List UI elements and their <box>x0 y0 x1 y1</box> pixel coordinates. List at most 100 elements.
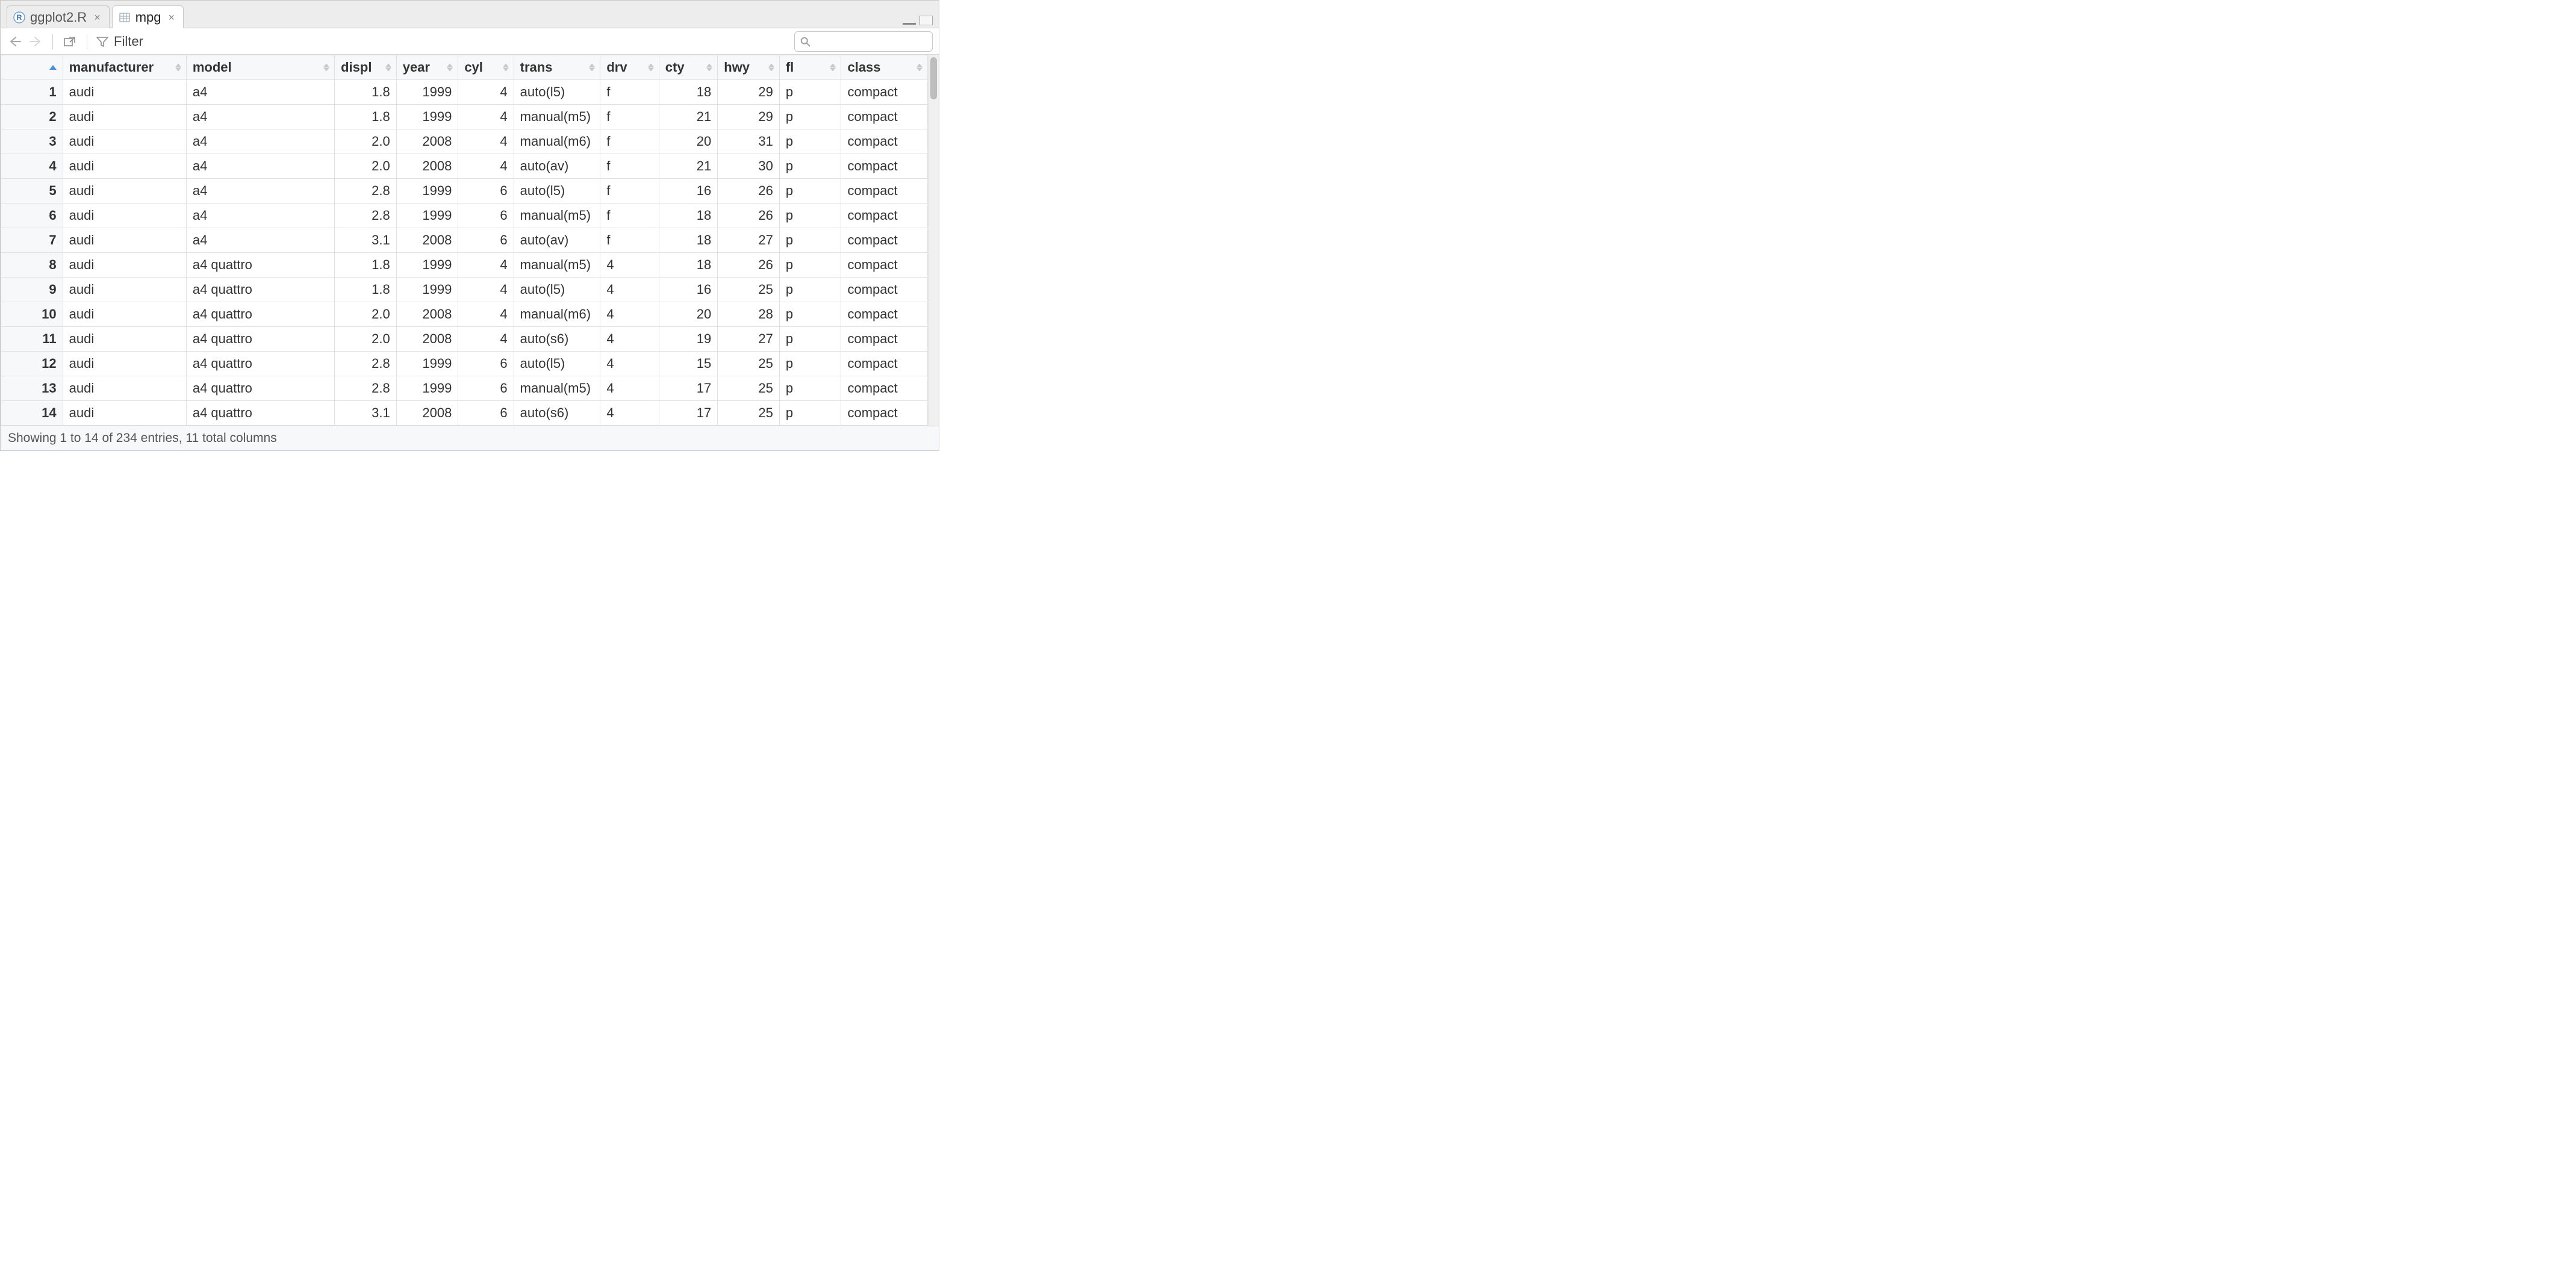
cell-year[interactable]: 2008 <box>396 129 458 154</box>
col-header-year[interactable]: year <box>396 55 458 80</box>
row-number-header[interactable] <box>1 55 63 80</box>
cell-hwy[interactable]: 26 <box>718 253 780 278</box>
tab-mpg[interactable]: mpg × <box>112 5 184 28</box>
row-number-cell[interactable]: 2 <box>1 105 63 129</box>
cell-fl[interactable]: p <box>779 129 841 154</box>
cell-cyl[interactable]: 4 <box>458 80 514 105</box>
cell-hwy[interactable]: 25 <box>718 376 780 401</box>
cell-class[interactable]: compact <box>841 228 928 253</box>
cell-trans[interactable]: manual(m5) <box>514 253 600 278</box>
cell-fl[interactable]: p <box>779 154 841 179</box>
cell-manufacturer[interactable]: audi <box>63 80 186 105</box>
cell-drv[interactable]: 4 <box>600 352 659 376</box>
col-header-class[interactable]: class <box>841 55 928 80</box>
cell-cty[interactable]: 19 <box>659 327 717 352</box>
cell-drv[interactable]: f <box>600 179 659 204</box>
cell-year[interactable]: 2008 <box>396 228 458 253</box>
cell-cty[interactable]: 21 <box>659 105 717 129</box>
cell-cyl[interactable]: 4 <box>458 154 514 179</box>
cell-cty[interactable]: 20 <box>659 302 717 327</box>
row-number-cell[interactable]: 13 <box>1 376 63 401</box>
tab-ggplot2-r[interactable]: R ggplot2.R × <box>7 5 110 28</box>
col-header-manufacturer[interactable]: manufacturer <box>63 55 186 80</box>
row-number-cell[interactable]: 7 <box>1 228 63 253</box>
cell-cyl[interactable]: 4 <box>458 327 514 352</box>
row-number-cell[interactable]: 4 <box>1 154 63 179</box>
cell-year[interactable]: 1999 <box>396 253 458 278</box>
cell-fl[interactable]: p <box>779 352 841 376</box>
cell-year[interactable]: 2008 <box>396 302 458 327</box>
row-number-cell[interactable]: 14 <box>1 401 63 426</box>
cell-year[interactable]: 2008 <box>396 154 458 179</box>
cell-model[interactable]: a4 quattro <box>186 327 334 352</box>
col-header-trans[interactable]: trans <box>514 55 600 80</box>
forward-button[interactable] <box>27 33 44 50</box>
table-row[interactable]: 6audia42.819996manual(m5)f1826pcompact <box>1 204 928 228</box>
row-number-cell[interactable]: 1 <box>1 80 63 105</box>
cell-manufacturer[interactable]: audi <box>63 204 186 228</box>
cell-cyl[interactable]: 4 <box>458 129 514 154</box>
search-input[interactable] <box>810 34 927 49</box>
cell-cty[interactable]: 18 <box>659 80 717 105</box>
cell-trans[interactable]: auto(s6) <box>514 327 600 352</box>
table-row[interactable]: 13audia4 quattro2.819996manual(m5)41725p… <box>1 376 928 401</box>
cell-cyl[interactable]: 6 <box>458 376 514 401</box>
col-header-cty[interactable]: cty <box>659 55 717 80</box>
cell-cyl[interactable]: 6 <box>458 352 514 376</box>
cell-manufacturer[interactable]: audi <box>63 129 186 154</box>
cell-year[interactable]: 1999 <box>396 352 458 376</box>
cell-fl[interactable]: p <box>779 401 841 426</box>
cell-trans[interactable]: manual(m6) <box>514 302 600 327</box>
cell-manufacturer[interactable]: audi <box>63 401 186 426</box>
row-number-cell[interactable]: 9 <box>1 278 63 302</box>
cell-cyl[interactable]: 4 <box>458 302 514 327</box>
col-header-fl[interactable]: fl <box>779 55 841 80</box>
cell-model[interactable]: a4 quattro <box>186 401 334 426</box>
row-number-cell[interactable]: 11 <box>1 327 63 352</box>
cell-trans[interactable]: manual(m5) <box>514 376 600 401</box>
cell-hwy[interactable]: 25 <box>718 278 780 302</box>
cell-fl[interactable]: p <box>779 253 841 278</box>
cell-cty[interactable]: 17 <box>659 401 717 426</box>
cell-displ[interactable]: 1.8 <box>335 105 397 129</box>
table-row[interactable]: 2audia41.819994manual(m5)f2129pcompact <box>1 105 928 129</box>
cell-displ[interactable]: 2.0 <box>335 302 397 327</box>
cell-model[interactable]: a4 <box>186 129 334 154</box>
cell-fl[interactable]: p <box>779 278 841 302</box>
cell-cyl[interactable]: 4 <box>458 253 514 278</box>
cell-model[interactable]: a4 <box>186 179 334 204</box>
cell-displ[interactable]: 1.8 <box>335 80 397 105</box>
cell-cyl[interactable]: 6 <box>458 401 514 426</box>
cell-drv[interactable]: 4 <box>600 302 659 327</box>
cell-cty[interactable]: 16 <box>659 179 717 204</box>
table-row[interactable]: 11audia4 quattro2.020084auto(s6)41927pco… <box>1 327 928 352</box>
cell-cyl[interactable]: 4 <box>458 105 514 129</box>
cell-manufacturer[interactable]: audi <box>63 105 186 129</box>
cell-hwy[interactable]: 25 <box>718 352 780 376</box>
table-row[interactable]: 12audia4 quattro2.819996auto(l5)41525pco… <box>1 352 928 376</box>
cell-model[interactable]: a4 <box>186 204 334 228</box>
cell-hwy[interactable]: 29 <box>718 80 780 105</box>
cell-class[interactable]: compact <box>841 302 928 327</box>
row-number-cell[interactable]: 5 <box>1 179 63 204</box>
cell-displ[interactable]: 2.8 <box>335 376 397 401</box>
table-row[interactable]: 14audia4 quattro3.120086auto(s6)41725pco… <box>1 401 928 426</box>
col-header-model[interactable]: model <box>186 55 334 80</box>
cell-drv[interactable]: 4 <box>600 253 659 278</box>
cell-cty[interactable]: 21 <box>659 154 717 179</box>
cell-model[interactable]: a4 <box>186 80 334 105</box>
cell-drv[interactable]: 4 <box>600 401 659 426</box>
cell-hwy[interactable]: 28 <box>718 302 780 327</box>
filter-label[interactable]: Filter <box>114 34 143 49</box>
cell-trans[interactable]: auto(av) <box>514 154 600 179</box>
cell-year[interactable]: 1999 <box>396 278 458 302</box>
cell-fl[interactable]: p <box>779 179 841 204</box>
cell-drv[interactable]: f <box>600 154 659 179</box>
table-row[interactable]: 7audia43.120086auto(av)f1827pcompact <box>1 228 928 253</box>
search-box[interactable] <box>794 31 933 52</box>
cell-displ[interactable]: 3.1 <box>335 401 397 426</box>
cell-displ[interactable]: 2.8 <box>335 179 397 204</box>
cell-model[interactable]: a4 quattro <box>186 352 334 376</box>
show-in-new-window-button[interactable] <box>61 33 78 50</box>
cell-class[interactable]: compact <box>841 204 928 228</box>
